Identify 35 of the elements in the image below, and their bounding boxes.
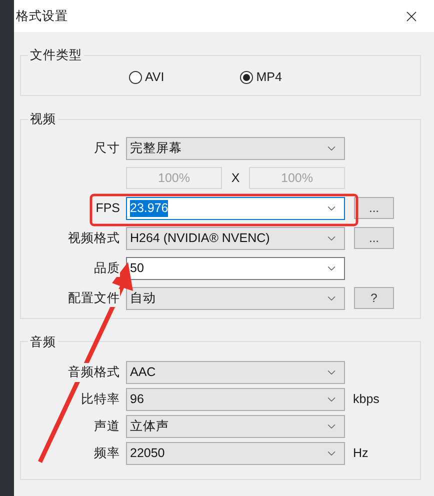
field-value: 23.976 xyxy=(130,200,168,216)
field-value: 完整屏幕 xyxy=(130,140,182,156)
group-title: 文件类型 xyxy=(29,47,83,64)
field-value: AAC xyxy=(130,364,156,382)
unit-label: kbps xyxy=(353,391,380,408)
group-title: 音频 xyxy=(29,334,57,350)
field-label: 品质 xyxy=(94,258,120,278)
field-value: H264 (NVIDIA® NVENC) xyxy=(130,230,270,246)
field-value: 22050 xyxy=(130,445,165,462)
field-value: 立体声 xyxy=(130,418,169,436)
group-title: 视频 xyxy=(29,110,57,128)
dropdown[interactable]: 22050 xyxy=(126,442,345,466)
combo-box[interactable]: 23.976 xyxy=(126,196,345,220)
times-sign: X xyxy=(230,170,241,187)
dropdown[interactable]: 96 xyxy=(126,388,345,412)
radio-icon xyxy=(129,71,142,84)
combo-box[interactable]: 50 xyxy=(126,256,345,280)
more-button[interactable]: ... xyxy=(354,227,394,249)
dropdown[interactable]: AAC xyxy=(126,361,345,384)
radio-icon xyxy=(240,71,254,84)
field-label: 音频格式 xyxy=(68,363,120,382)
window-title: 格式设置 xyxy=(16,8,68,25)
dropdown[interactable]: 立体声 xyxy=(126,415,345,438)
field-label: 配置文件 xyxy=(68,288,120,308)
more-button[interactable]: ... xyxy=(354,197,394,219)
unit-label: Hz xyxy=(353,445,368,462)
field-value: 96 xyxy=(130,391,144,408)
dropdown[interactable]: 自动 xyxy=(126,286,345,310)
radio-option[interactable]: MP4 xyxy=(240,68,282,88)
more-button[interactable]: ? xyxy=(354,287,394,309)
field-value: 自动 xyxy=(130,290,156,306)
dropdown[interactable]: H264 (NVIDIA® NVENC) xyxy=(126,226,345,250)
radio-option[interactable]: AVI xyxy=(129,68,164,88)
field-value: 50 xyxy=(130,260,144,276)
dropdown[interactable]: 完整屏幕 xyxy=(126,136,345,160)
